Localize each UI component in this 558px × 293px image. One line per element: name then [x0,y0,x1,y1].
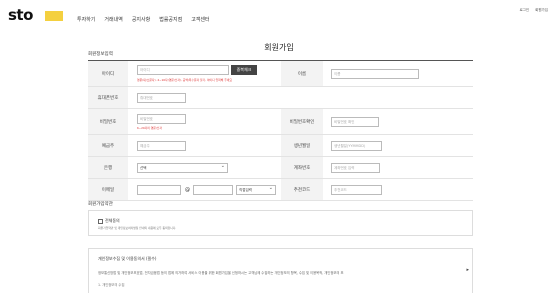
agree-box: 전체동의 회원가입약관 및 개인정보처리방침 안내의 내용에 모두 동의합니다. [88,210,473,236]
password-confirm-label: 비밀번호확인 [281,109,323,134]
name-input[interactable]: 이름 [331,69,419,79]
top-header: sto 투자하기 거래내역 공지사항 법률공지점 고객센터 로그인 회원가입 [0,0,558,30]
nav-history[interactable]: 거래내역 [104,16,122,23]
referral-label: 추천코드 [281,179,323,200]
birth-input[interactable]: 생년월일(YYMMDD) [331,141,382,151]
email-label: 이메일 [88,179,128,200]
main-nav: 투자하기 거래내역 공지사항 법률공지점 고객센터 [77,16,210,23]
depositor-label: 예금주 [88,135,128,156]
login-link[interactable]: 로그인 [519,8,529,13]
depositor-input[interactable]: 예금주 [137,141,186,151]
account-label: 계좌번호 [281,157,323,178]
signup-form: 아이디 아이디 중복체크 영문(대/소문자), 4~16자(영문/숫자), 공백… [88,60,473,201]
row-password: 비밀번호 비밀번호 6~20자리 영문/숫자 비밀번호확인 비밀번호 확인 [88,109,473,135]
logo[interactable]: sto [8,6,33,24]
nav-legal[interactable]: 법률공지점 [159,16,182,23]
agree-description: 회원가입약관 및 개인정보처리방침 안내의 내용에 모두 동의합니다. [98,226,177,230]
row-bank: 은행 선택 계좌번호 계좌번호 입력 [88,157,473,179]
util-links: 로그인 회원가입 [519,8,548,13]
agree-all-label: 전체동의 [105,218,120,223]
referral-input[interactable]: 추천코드 [331,185,382,195]
section-agree-label: 회원가입약관 [88,202,113,207]
row-email: 이메일 @ 직접입력 추천코드 추천코드 [88,179,473,201]
id-check-button[interactable]: 중복체크 [231,65,257,75]
password-input[interactable]: 비밀번호 [137,114,186,124]
section-info-label: 회원정보입력 [88,52,113,57]
bank-label: 은행 [88,157,128,178]
id-input[interactable]: 아이디 [137,65,229,75]
id-label: 아이디 [88,61,128,86]
name-label: 이름 [281,61,323,86]
password-label: 비밀번호 [88,109,128,134]
password-note: 6~20자리 영문/숫자 [137,126,162,130]
nav-notice[interactable]: 공지사항 [132,16,150,23]
row-id-name: 아이디 아이디 중복체크 영문(대/소문자), 4~16자(영문/숫자), 공백… [88,61,473,87]
scroll-arrow-icon[interactable]: ▸ [466,267,469,273]
email-at-sign: @ [185,187,190,193]
terms-title: 개인정보수집 및 이용동의서 (필수) [98,256,157,261]
id-note: 영문(대/소문자), 4~16자(영문/숫자), 공백/특수문자 불가, 아이디… [137,78,232,82]
phone-input[interactable]: 휴대번호 [137,93,186,103]
password-confirm-input[interactable]: 비밀번호 확인 [331,117,379,127]
row-phone: 휴대폰번호 휴대번호 [88,87,473,109]
account-input[interactable]: 계좌번호 입력 [331,163,380,173]
terms-box: 개인정보수집 및 이용동의서 (필수) 정보통신망법 및 개인정보보호법, 전자… [88,248,473,293]
terms-text: 정보통신망법 및 개인정보보호법, 전자금융법 등의 법에 의거하여 서비스 이… [98,271,344,275]
bank-select[interactable]: 선택 [137,163,228,173]
email-domain-input[interactable] [193,185,233,195]
email-local-input[interactable] [137,185,181,195]
agree-all-checkbox[interactable] [98,218,103,224]
phone-label: 휴대폰번호 [88,87,128,108]
nav-invest[interactable]: 투자하기 [77,16,95,23]
terms-subheading: 1. 개인정보의 수집 [98,283,125,287]
signup-link[interactable]: 회원가입 [535,8,548,13]
nav-support[interactable]: 고객센터 [191,16,209,23]
row-depositor: 예금주 예금주 생년월일 생년월일(YYMMDD) [88,135,473,157]
email-domain-select[interactable]: 직접입력 [236,185,276,195]
agree-all[interactable]: 전체동의 [98,218,120,224]
page-title: 회원가입 [264,43,294,52]
logo-mark [45,11,63,21]
birth-label: 생년월일 [281,135,323,156]
